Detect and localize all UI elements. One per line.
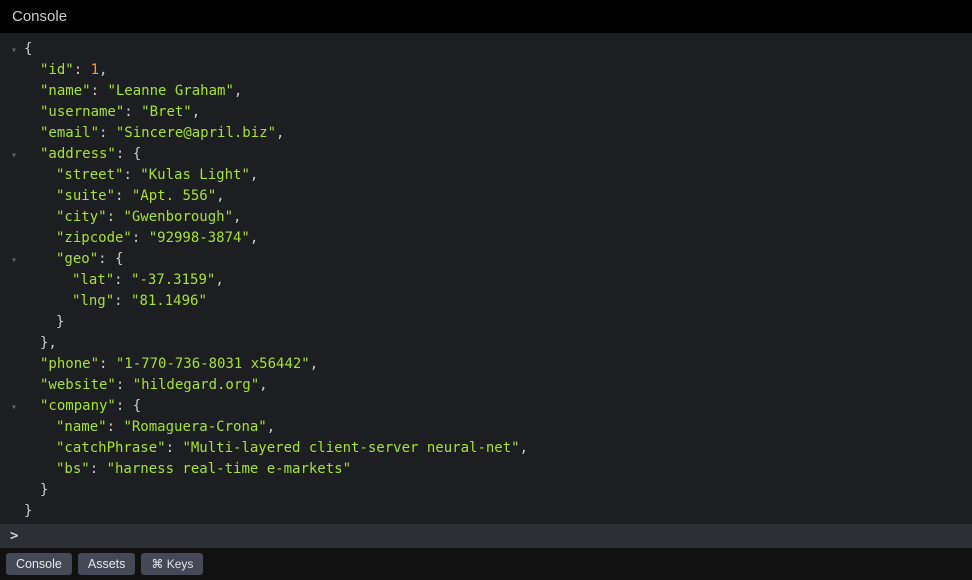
json-string: "Romaguera-Crona" [123,419,266,435]
json-key: "bs" [56,461,90,477]
json-string: "harness real-time e-markets" [107,461,351,477]
json-line: "lng": "81.1496" [4,291,968,312]
brace-close: }, [40,335,57,351]
json-key: "address" [40,146,116,162]
json-line: { [4,39,968,60]
json-key: "zipcode" [56,230,132,246]
json-line: "catchPhrase": "Multi-layered client-ser… [4,438,968,459]
collapse-toggle-icon[interactable] [4,400,24,415]
brace-close: } [40,482,48,498]
json-line: "email": "Sincere@april.biz", [4,123,968,144]
json-line: "suite": "Apt. 556", [4,186,968,207]
panel-title-text: Console [12,8,67,25]
json-string: "Leanne Graham" [107,83,233,99]
json-line: "company": { [4,396,968,417]
json-key: "company" [40,398,116,414]
json-key: "id" [40,62,74,78]
collapse-toggle-icon[interactable] [4,148,24,163]
json-line: "id": 1, [4,60,968,81]
panel-title: Console [0,0,972,33]
json-string: "Apt. 556" [132,188,216,204]
bottom-bar: Console Assets ⌘ Keys [0,548,972,580]
json-line: "lat": "-37.3159", [4,270,968,291]
json-line: } [4,312,968,333]
json-line: "username": "Bret", [4,102,968,123]
json-key: "city" [56,209,107,225]
brace-close: } [24,503,32,519]
console-output: { "id": 1, "name": "Leanne Graham", "use… [0,33,972,524]
brace-open: { [24,41,32,57]
json-key: "website" [40,377,116,393]
json-line: "name": "Leanne Graham", [4,81,968,102]
console-tab-button[interactable]: Console [6,553,72,575]
json-key: "name" [40,83,91,99]
json-line: "street": "Kulas Light", [4,165,968,186]
json-line: "geo": { [4,249,968,270]
collapse-toggle-icon[interactable] [4,253,24,268]
json-key: "lat" [72,272,114,288]
brace-close: } [56,314,64,330]
json-string: "1-770-736-8031 x56442" [116,356,310,372]
json-string: "Bret" [141,104,192,120]
json-line: "website": "hildegard.org", [4,375,968,396]
json-line: "zipcode": "92998-3874", [4,228,968,249]
json-string: "Sincere@april.biz" [116,125,276,141]
json-key: "phone" [40,356,99,372]
json-key: "name" [56,419,107,435]
json-string: "Gwenborough" [123,209,233,225]
json-line: }, [4,333,968,354]
json-string: "-37.3159" [131,272,215,288]
json-line: } [4,480,968,501]
json-string: "92998-3874" [149,230,250,246]
keys-button[interactable]: ⌘ Keys [141,553,203,575]
json-key: "email" [40,125,99,141]
json-string: "81.1496" [131,293,207,309]
json-line: "city": "Gwenborough", [4,207,968,228]
json-key: "catchPhrase" [56,440,166,456]
json-string: "hildegard.org" [133,377,259,393]
json-key: "street" [56,167,123,183]
json-key: "username" [40,104,124,120]
json-key: "geo" [56,251,98,267]
json-key: "lng" [72,293,114,309]
json-key: "suite" [56,188,115,204]
json-line: "phone": "1-770-736-8031 x56442", [4,354,968,375]
json-line: "bs": "harness real-time e-markets" [4,459,968,480]
json-line: } [4,501,968,522]
prompt-symbol: > [10,528,18,544]
json-number: 1 [91,62,99,78]
json-string: "Multi-layered client-server neural-net" [182,440,519,456]
console-input[interactable]: > [0,524,972,548]
json-line: "address": { [4,144,968,165]
assets-tab-button[interactable]: Assets [78,553,136,575]
collapse-toggle-icon[interactable] [4,43,24,58]
json-line: "name": "Romaguera-Crona", [4,417,968,438]
json-string: "Kulas Light" [140,167,250,183]
